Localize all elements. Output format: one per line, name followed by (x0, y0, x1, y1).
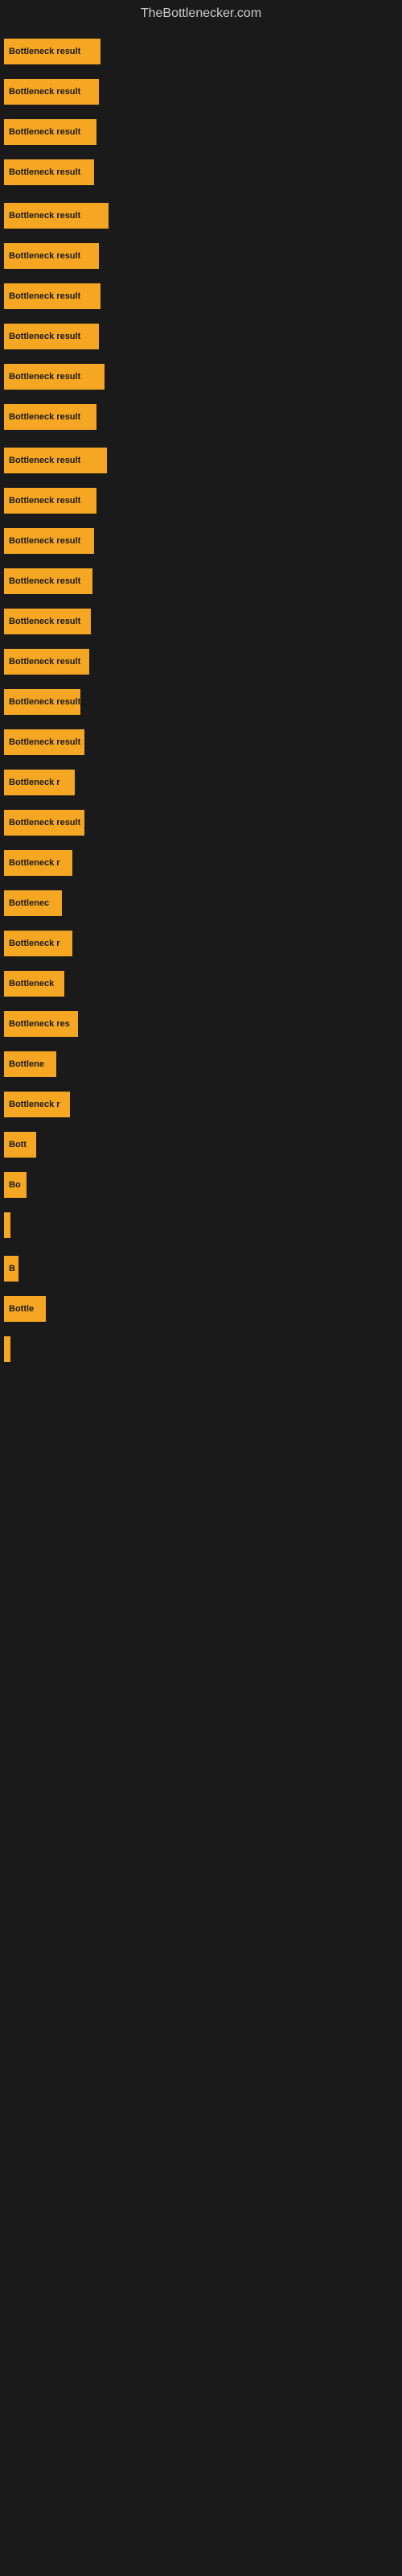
bar-item: Bottleneck result (4, 609, 91, 634)
bar-label: Bottleneck result (9, 291, 80, 301)
bar-item: Bottleneck result (4, 243, 99, 269)
bar-label: Bott (9, 1140, 27, 1150)
bar-item: Bottleneck result (4, 39, 100, 64)
bar-label: Bottleneck result (9, 737, 80, 747)
bar-item: Bottleneck result (4, 79, 99, 105)
bar-item: Bottleneck res (4, 1011, 78, 1037)
bar-item: Bo (4, 1172, 27, 1198)
bar-item: Bottleneck r (4, 770, 75, 795)
bar-item: Bottleneck result (4, 568, 92, 594)
bar-item: Bottleneck r (4, 931, 72, 956)
bar-item: Bottleneck result (4, 203, 109, 229)
bar-label: Bottleneck result (9, 372, 80, 382)
bar-label: Bottleneck result (9, 332, 80, 341)
bar-label: Bottleneck result (9, 617, 80, 626)
bar-label: Bottleneck result (9, 818, 80, 828)
bar-label: Bottleneck result (9, 167, 80, 177)
bar-label: Bottleneck result (9, 456, 80, 465)
bar-label: Bottle (9, 1304, 34, 1314)
chart-area: Bottleneck result Bottleneck result Bottle… (0, 24, 402, 2568)
bar-label: Bottleneck result (9, 127, 80, 137)
bar-label: Bottleneck res (9, 1019, 70, 1029)
bar-item: Bottle (4, 1296, 46, 1322)
bar-label: Bottleneck result (9, 412, 80, 422)
bar-item: Bottleneck (4, 971, 64, 997)
bar-item: Bottlene (4, 1051, 56, 1077)
bar-item (4, 1212, 10, 1238)
bar-label: Bottleneck result (9, 657, 80, 667)
bar-item: Bottleneck result (4, 448, 107, 473)
bar-label: Bottleneck result (9, 536, 80, 546)
site-title: TheBottlenecker.com (0, 0, 402, 24)
bar-label: Bo (9, 1180, 21, 1190)
bar-item: Bottleneck result (4, 729, 84, 755)
bar-label: Bottlenec (9, 898, 49, 908)
bar-item: Bottlenec (4, 890, 62, 916)
bar-label: Bottleneck r (9, 939, 60, 948)
bar-item: Bottleneck result (4, 364, 105, 390)
bar-item: Bottleneck result (4, 528, 94, 554)
bar-item: Bottleneck result (4, 159, 94, 185)
bar-label: Bottleneck result (9, 87, 80, 97)
bar-item: B (4, 1256, 18, 1282)
bar-item: Bottleneck result (4, 404, 96, 430)
bar-item: Bottleneck result (4, 689, 80, 715)
bar-label: Bottleneck result (9, 47, 80, 56)
bar-label: Bottlene (9, 1059, 44, 1069)
bar-label: Bottleneck result (9, 211, 80, 221)
bar-label: Bottleneck result (9, 576, 80, 586)
bar-item: Bottleneck r (4, 850, 72, 876)
bar-label: Bottleneck result (9, 496, 80, 506)
bar-label: Bottleneck r (9, 778, 60, 787)
bar-item: Bottleneck result (4, 324, 99, 349)
bar-item: Bottleneck r (4, 1092, 70, 1117)
bar-label: Bottleneck r (9, 858, 60, 868)
bar-item: Bottleneck result (4, 283, 100, 309)
bar-label: Bottleneck r (9, 1100, 60, 1109)
bar-label: B (9, 1264, 15, 1274)
bar-item: Bottleneck result (4, 649, 89, 675)
bar-item (4, 1336, 10, 1362)
bar-item: Bott (4, 1132, 36, 1158)
bar-label: Bottleneck result (9, 697, 80, 707)
bar-label: Bottleneck result (9, 251, 80, 261)
bar-label: Bottleneck (9, 979, 54, 989)
bar-item: Bottleneck result (4, 810, 84, 836)
bar-item: Bottleneck result (4, 119, 96, 145)
bar-item: Bottleneck result (4, 488, 96, 514)
